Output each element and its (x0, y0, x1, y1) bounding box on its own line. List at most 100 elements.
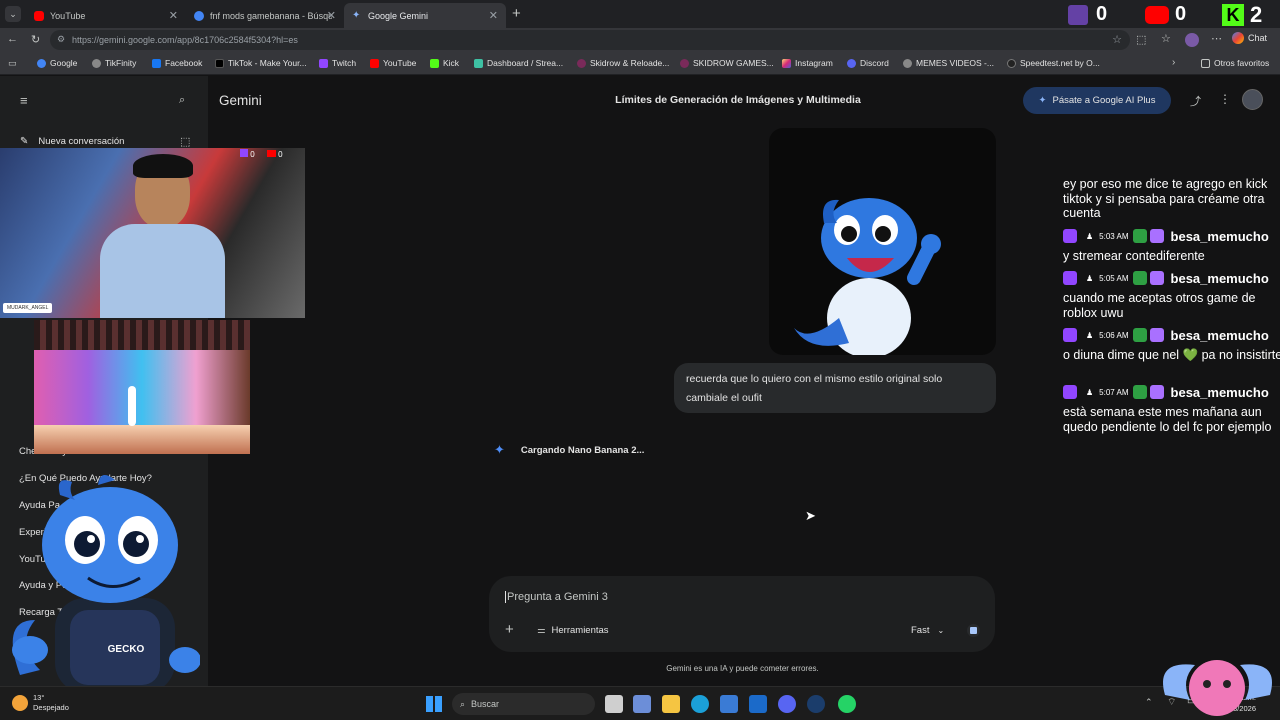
youtube-counter: 0 (1145, 3, 1186, 26)
gemini-icon: ✦ (352, 9, 361, 21)
bookmark-facebook[interactable]: Facebook (152, 58, 202, 68)
site-info-icon[interactable]: ⚙ (57, 34, 65, 45)
bookmark-skidrow[interactable]: Skidrow & Reloade... (577, 58, 669, 68)
webcam-feed: MUDARK_ANGEL 0 0 (0, 148, 305, 318)
chat-username: besa_memucho (1170, 327, 1269, 343)
kick-icon: K (1222, 4, 1244, 26)
more-options-icon[interactable]: ⋮ (1219, 92, 1231, 106)
bookmark-tikfinity[interactable]: TikFinity (92, 58, 136, 68)
globe-icon (903, 58, 912, 68)
performer-figure (128, 386, 136, 426)
share-icon[interactable]: ⤴ (1190, 93, 1201, 109)
twitch-icon (240, 149, 248, 157)
new-chat-button[interactable]: ✎ Nueva conversación (20, 136, 124, 147)
new-tab-button[interactable]: + (512, 5, 521, 22)
search-icon[interactable]: ⌕ (179, 94, 185, 107)
temporary-chat-icon[interactable]: ⬚ (180, 135, 190, 148)
mode-selector[interactable]: Fast ⌄ (911, 625, 944, 636)
response-loading: ✦ Cargando Nano Banana 2... (494, 442, 645, 457)
mail-icon[interactable] (749, 695, 767, 713)
disclaimer: Gemini es una IA y puede cometer errores… (666, 664, 819, 673)
close-icon[interactable]: ✕ (489, 9, 498, 22)
kick-icon (430, 58, 439, 68)
twitch-icon (319, 58, 328, 68)
chat-button[interactable]: Chat (1232, 32, 1267, 44)
close-icon[interactable]: ✕ (327, 9, 336, 22)
profile-avatar[interactable] (1185, 33, 1199, 47)
bookmark-skidrow-games[interactable]: SKIDROW GAMES... (680, 58, 774, 68)
discord-icon[interactable] (778, 695, 796, 713)
bookmark-star-icon[interactable]: ☆ (1112, 33, 1122, 46)
steam-icon[interactable] (807, 695, 825, 713)
twitch-icon (1063, 385, 1077, 399)
add-icon[interactable]: + (505, 621, 514, 638)
close-icon[interactable]: ✕ (169, 9, 178, 22)
address-bar[interactable]: ⚙ https://gemini.google.com/app/8c1706c2… (50, 30, 1130, 50)
winged-mascot (1163, 660, 1272, 716)
prompt-input[interactable]: Pregunta a Gemini 3 (505, 591, 965, 603)
bookmark-instagram[interactable]: Instagram (782, 58, 833, 68)
bookmark-kick[interactable]: Kick (430, 58, 459, 68)
favorites-icon[interactable]: ☆ (1161, 32, 1171, 45)
discord-icon (847, 58, 856, 68)
chat-message-header: ♟ 5:03 AM besa_memucho (1063, 228, 1269, 244)
file-explorer-icon[interactable] (662, 695, 680, 713)
stage-lights (34, 320, 250, 350)
facebook-icon (152, 58, 161, 68)
extensions-icon[interactable]: ⬚ (1136, 33, 1146, 46)
twitch-icon (1068, 4, 1088, 25)
user-message-bubble: recuerda que lo quiero con el mismo esti… (674, 363, 996, 413)
url-text: https://gemini.google.com/app/8c1706c258… (72, 35, 298, 45)
chat-message-text: cuando me aceptas otros game de roblox u… (1063, 291, 1256, 320)
tools-button[interactable]: ⚌ Herramientas (537, 625, 609, 636)
taskbar-search[interactable]: ⌕ Buscar (452, 693, 595, 715)
user-icon: ♟ (1086, 387, 1094, 397)
windows-start-icon[interactable] (426, 696, 442, 712)
speedtest-icon (1007, 58, 1016, 68)
bookmark-twitch[interactable]: Twitch (319, 58, 356, 68)
menu-icon[interactable]: ≡ (20, 93, 28, 108)
task-view-icon[interactable] (605, 695, 623, 713)
tab-search-button[interactable]: ⌄ (5, 6, 21, 22)
bookmark-memes[interactable]: MEMES VIDEOS -... (903, 58, 994, 68)
sub-badge-icon (1149, 385, 1164, 399)
youtube-icon (34, 10, 44, 21)
reload-icon[interactable]: ↻ (31, 33, 40, 46)
user-avatar[interactable] (1242, 89, 1263, 110)
back-icon[interactable]: ← (7, 33, 18, 45)
whatsapp-icon[interactable] (838, 695, 856, 713)
browser-toolbar: ← ↻ ⚙ https://gemini.google.com/app/8c17… (0, 28, 1280, 53)
store-icon[interactable] (720, 695, 738, 713)
gemini-brand[interactable]: Gemini (219, 93, 262, 108)
bookmark-google[interactable]: Google (37, 58, 77, 68)
bookmark-youtube[interactable]: YouTube (370, 58, 416, 68)
bookmark-speedtest[interactable]: Speedtest.net by O... (1007, 58, 1100, 68)
widgets-icon[interactable] (633, 695, 651, 713)
skull-icon (680, 58, 689, 68)
chevron-up-icon[interactable]: ⌃ (1145, 697, 1153, 708)
youtube-icon (266, 150, 276, 157)
uploaded-image[interactable] (769, 128, 996, 355)
bookmark-tiktok[interactable]: TikTok - Make Your... (215, 58, 307, 68)
tab-gemini[interactable]: ✦ Google Gemini ✕ (344, 3, 506, 28)
chevron-right-icon[interactable]: › (1172, 57, 1175, 68)
tab-search[interactable]: fnf mods gamebanana - Búsqueda ✕ (186, 3, 344, 28)
upgrade-button[interactable]: ✦ Pásate a Google AI Plus (1023, 87, 1171, 114)
weather-desc: Despejado (33, 703, 69, 712)
windows-taskbar: 13° Despejado ⌕ Buscar ⌃ ⌔ ▭ 5:18 a. m. … (0, 686, 1280, 720)
bookmark-discord[interactable]: Discord (847, 58, 889, 68)
stop-button[interactable] (967, 624, 980, 637)
chat-message-text: o diuna dime que nel 💚 pa no insistirte (1063, 348, 1280, 362)
verified-badge-icon (1132, 385, 1147, 399)
tab-youtube[interactable]: YouTube ✕ (26, 3, 186, 28)
edge-icon[interactable] (691, 695, 709, 713)
bookmark-dashboard[interactable]: Dashboard / Strea... (474, 58, 563, 68)
chat-username: besa_memucho (1170, 384, 1269, 400)
gemini-sparkle-icon: ✦ (494, 442, 505, 457)
other-bookmarks[interactable]: Otros favoritos (1201, 58, 1269, 68)
chat-message-header: ♟ 5:06 AM besa_memucho (1063, 327, 1269, 343)
reading-list-icon[interactable]: ▭ (8, 58, 17, 69)
more-menu-icon[interactable]: ⋯ (1211, 32, 1222, 45)
weather-widget[interactable]: 13° Despejado (12, 693, 69, 713)
tiktok-icon (215, 58, 224, 68)
